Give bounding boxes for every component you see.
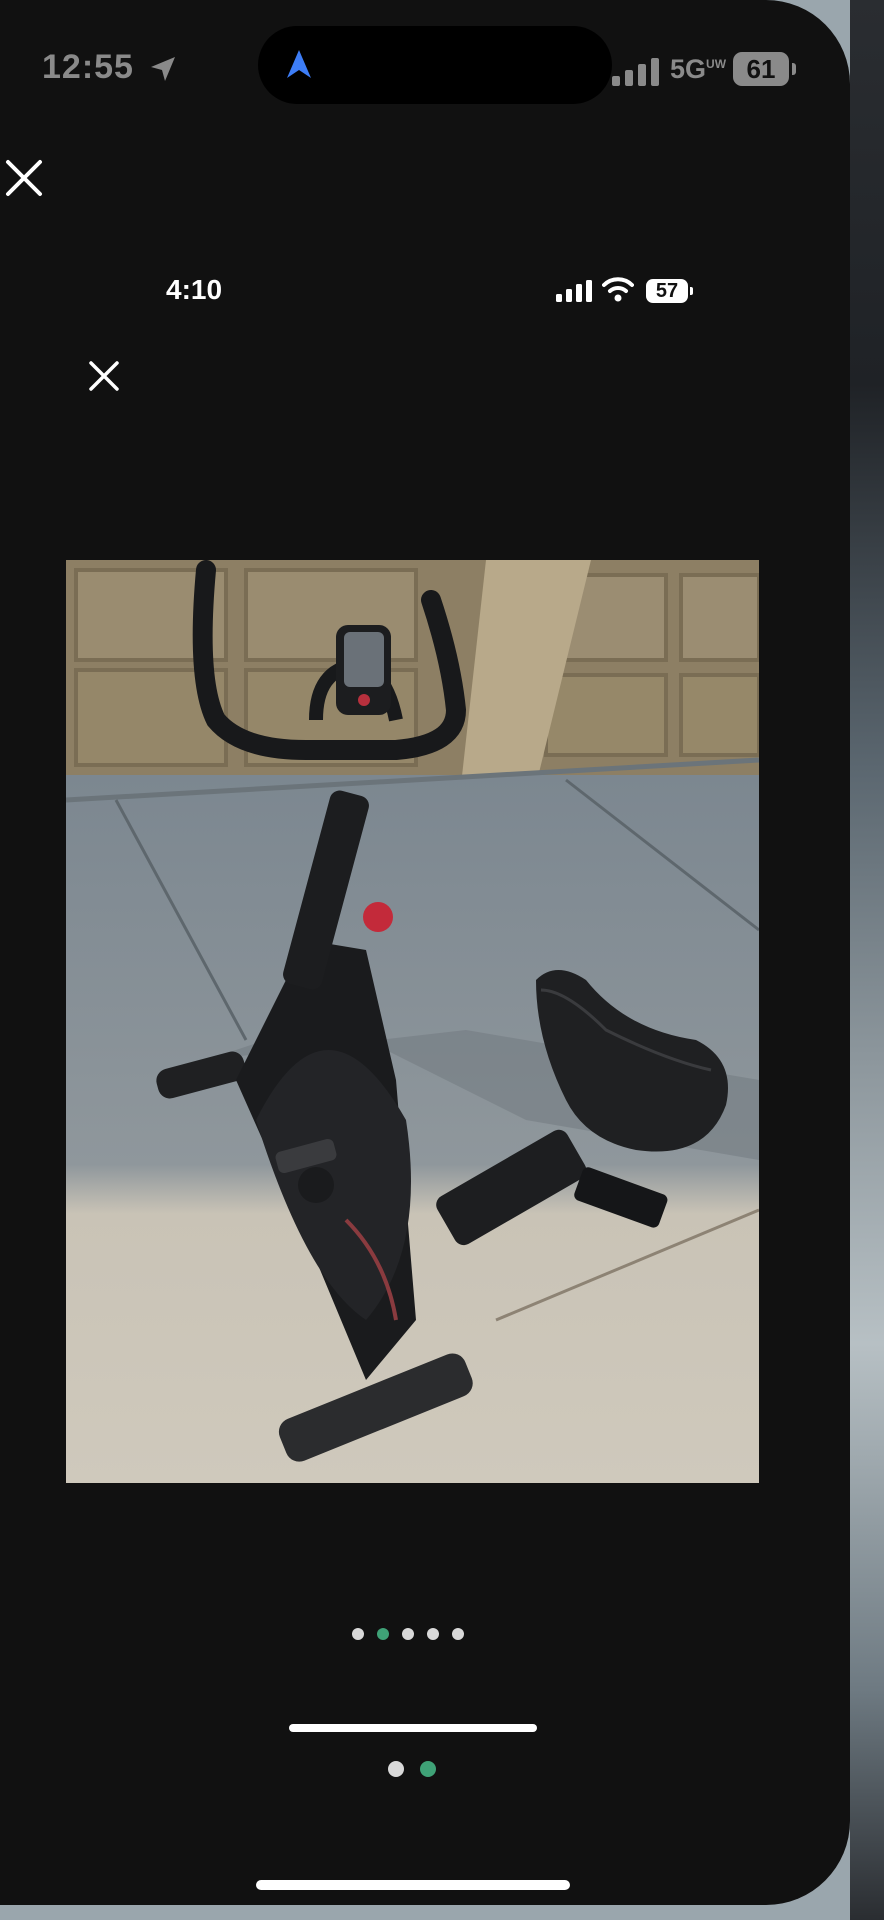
blurred-background-strip — [850, 0, 884, 1920]
network-type: 5GUW — [670, 54, 726, 85]
pager-dot-active[interactable] — [420, 1761, 436, 1777]
inner-battery-cap — [690, 287, 693, 295]
battery-indicator: 61 — [733, 52, 789, 86]
location-arrow-icon — [151, 57, 175, 81]
network-type-suffix: UW — [706, 57, 727, 71]
outer-status-bar: 12:55 5GUW 61 — [0, 0, 850, 140]
carousel-dot[interactable] — [352, 1628, 364, 1640]
inner-status-time: 4:10 — [166, 274, 223, 305]
carousel-dot[interactable] — [452, 1628, 464, 1640]
carousel-dot[interactable] — [427, 1628, 439, 1640]
wifi-icon — [602, 277, 634, 302]
carousel-dot-active[interactable] — [377, 1628, 389, 1640]
network-type-label: 5G — [670, 54, 707, 84]
listing-photo[interactable] — [66, 560, 759, 1483]
screenshot-pager — [388, 1761, 436, 1777]
cellular-signal-icon — [612, 58, 659, 86]
inner-close-icon[interactable] — [86, 358, 122, 394]
carousel-pagination — [352, 1628, 464, 1644]
inner-battery-indicator: 57 — [646, 279, 688, 303]
battery-cap — [792, 63, 796, 75]
pager-dot[interactable] — [388, 1761, 404, 1777]
outer-status-time: 12:55 — [42, 48, 134, 86]
inner-home-indicator — [289, 1724, 537, 1732]
screenshot-viewer: 12:55 5GUW 61 4:10 57 — [0, 0, 850, 1905]
inner-cellular-signal-icon — [556, 280, 592, 302]
home-indicator[interactable] — [256, 1880, 570, 1890]
close-icon[interactable] — [4, 158, 44, 198]
carousel-dot[interactable] — [402, 1628, 414, 1640]
navigation-arrow-icon — [287, 50, 311, 78]
dynamic-island — [258, 26, 612, 104]
